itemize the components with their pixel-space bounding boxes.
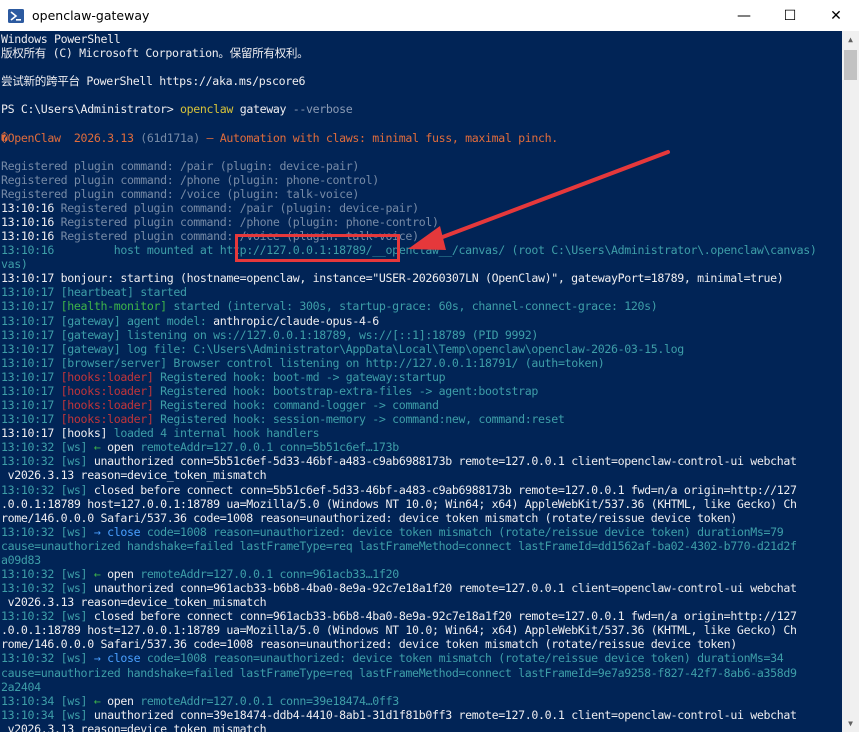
annotation-arrow-icon (408, 150, 670, 250)
powershell-window: openclaw-gateway — ☐ ✕ Windows PowerShel… (0, 0, 859, 732)
